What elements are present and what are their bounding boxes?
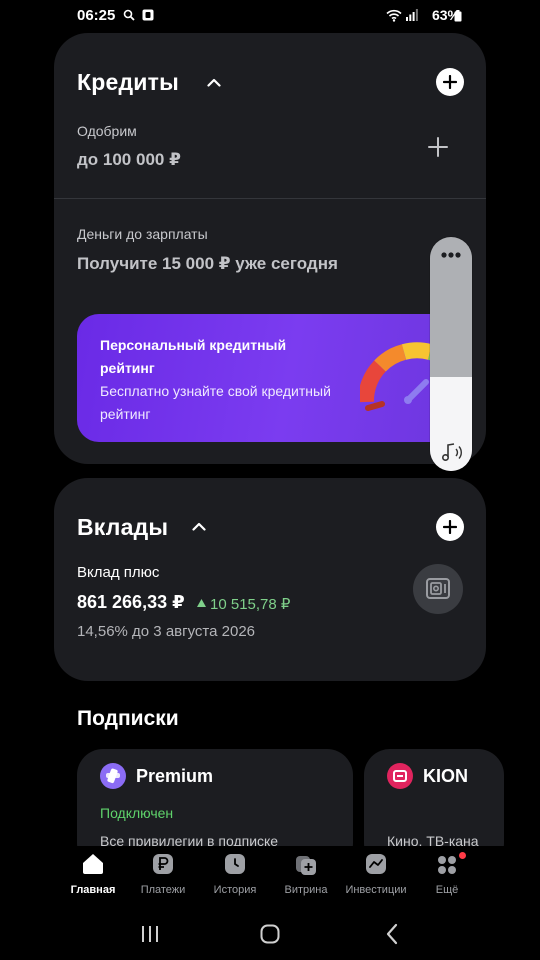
chevron-up-icon[interactable] — [192, 522, 206, 531]
chart-icon — [366, 854, 386, 874]
approve-label: Одобрим — [77, 123, 137, 139]
banner-subtitle: Бесплатно узнайте свой кредитный рейтинг — [100, 383, 331, 422]
approve-value[interactable]: до 100 000 ₽ — [77, 150, 181, 170]
subscription-name: Premium — [136, 766, 214, 786]
nav-payments[interactable]: Платежи — [123, 846, 203, 904]
credits-card: Кредиты Одобрим до 100 000 ₽ Деньги до з… — [54, 33, 486, 464]
showcase-icon — [296, 856, 316, 875]
deposits-card: Вклады Вклад плюс 861 266,33 ₽ 10 515,78… — [54, 478, 486, 681]
add-credit-button[interactable] — [436, 68, 464, 96]
nav-more[interactable]: Ещё — [407, 846, 487, 904]
nav-label: Витрина — [284, 884, 328, 896]
payday-value[interactable]: Получите 15 000 ₽ уже сегодня — [77, 254, 338, 274]
music-note-icon[interactable] — [439, 442, 463, 462]
back-icon[interactable] — [385, 923, 399, 945]
chevron-up-icon[interactable] — [207, 78, 221, 87]
add-loan-icon[interactable] — [428, 137, 448, 157]
nav-history[interactable]: История — [195, 846, 275, 904]
signal-icon — [406, 9, 418, 21]
status-bar: 06:25 63% — [0, 0, 540, 32]
search-notification-icon — [123, 9, 135, 21]
volume-slider[interactable] — [430, 237, 472, 471]
nav-label: История — [213, 884, 257, 896]
system-navigation — [0, 904, 540, 960]
credit-rating-banner[interactable]: Персональный кредитный рейтинг Бесплатно… — [77, 314, 462, 442]
banner-title: Персональный кредитный рейтинг — [100, 337, 287, 376]
plus-icon — [443, 75, 457, 89]
deposit-amount: 861 266,33 ₽ — [77, 592, 185, 612]
nav-label: Инвестиции — [345, 884, 407, 896]
notification-badge — [459, 852, 466, 859]
recents-icon[interactable] — [140, 925, 160, 943]
battery-icon — [454, 10, 462, 22]
clock-icon — [225, 854, 245, 874]
plus-icon — [443, 520, 457, 534]
app-notification-icon — [142, 9, 154, 21]
nav-label: Главная — [70, 884, 116, 896]
status-time: 06:25 — [77, 7, 116, 24]
nav-showcase[interactable]: Витрина — [266, 846, 346, 904]
deposits-title[interactable]: Вклады — [77, 514, 168, 541]
nav-home[interactable]: Главная — [53, 846, 133, 904]
deposit-gain: 10 515,78 ₽ — [210, 596, 291, 613]
home-circle-icon[interactable] — [260, 924, 280, 944]
deposit-rate: 14,56% до 3 августа 2026 — [77, 623, 256, 640]
safe-icon — [426, 578, 450, 599]
premium-logo-icon — [100, 763, 126, 789]
nav-investments[interactable]: Инвестиции — [336, 846, 416, 904]
kion-logo-icon — [387, 763, 413, 789]
subscription-status: Подключен — [100, 805, 174, 821]
arrow-up-icon — [197, 599, 206, 607]
apps-icon — [438, 856, 456, 874]
nav-label: Платежи — [140, 884, 186, 896]
payday-label: Деньги до зарплаты — [77, 226, 208, 242]
wifi-icon — [386, 9, 402, 22]
divider — [54, 198, 486, 199]
add-deposit-button[interactable] — [436, 513, 464, 541]
deposit-name[interactable]: Вклад плюс — [77, 564, 159, 581]
ruble-icon — [153, 854, 173, 874]
bottom-navigation: Главная Платежи История Витрина Инвестиц… — [0, 846, 540, 904]
credits-title[interactable]: Кредиты — [77, 69, 179, 96]
more-options-icon[interactable] — [440, 251, 462, 259]
home-icon — [83, 854, 103, 874]
subscription-name: KION — [423, 766, 468, 786]
safe-button[interactable] — [413, 564, 463, 614]
nav-label: Ещё — [435, 884, 459, 896]
subscriptions-title: Подписки — [77, 707, 179, 730]
